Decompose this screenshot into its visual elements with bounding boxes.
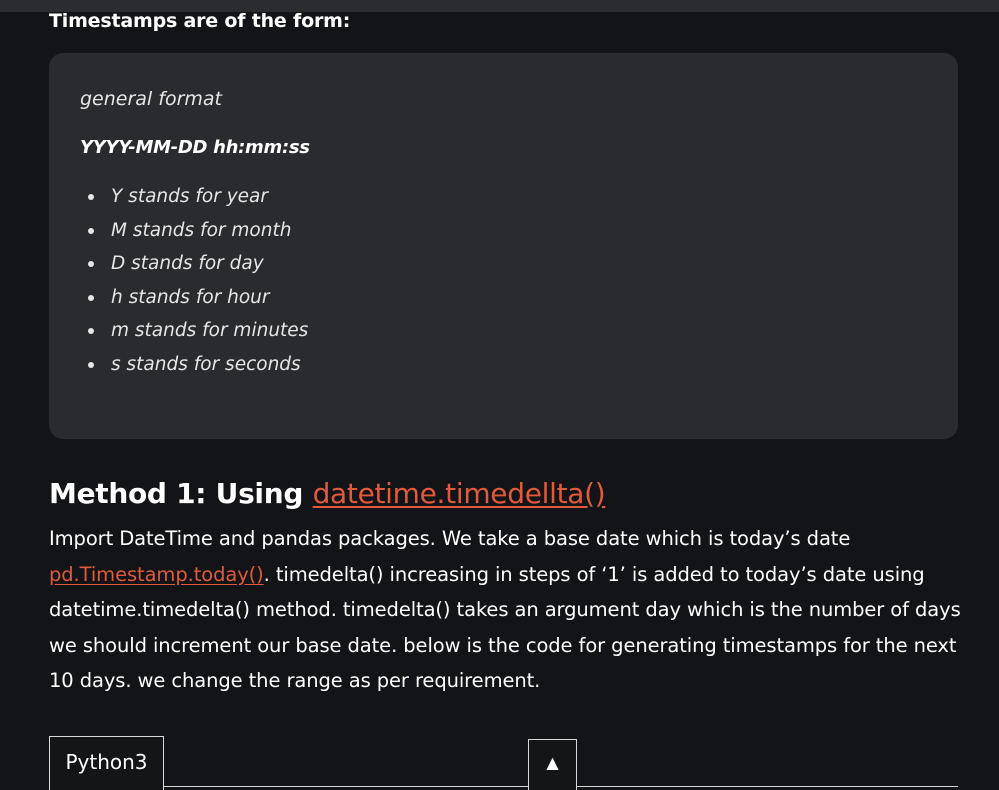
format-pattern: YYYY-MM-DD hh:mm:ss xyxy=(80,137,310,158)
paragraph-text: . timedelta() increasing in steps of ‘1’… xyxy=(263,562,925,586)
paragraph-line: datetime.timedelta() method. timedelta()… xyxy=(49,598,961,621)
method-description: Import DateTime and pandas packages. We … xyxy=(49,521,961,699)
triangle-up-icon: ▲ xyxy=(546,753,559,772)
list-item: D stands for day xyxy=(88,247,308,281)
method-heading-text: Method 1: Using xyxy=(49,477,313,510)
list-item: m stands for minutes xyxy=(88,314,308,348)
timedelta-doc-link[interactable]: datetime.timedellta() xyxy=(313,477,606,510)
format-label: general format xyxy=(80,88,222,110)
paragraph-line: Import DateTime and pandas packages. We … xyxy=(49,527,851,550)
timestamps-intro-heading: Timestamps are of the form: xyxy=(49,10,351,32)
collapse-button[interactable]: ▲ xyxy=(528,739,577,790)
list-item: M stands for month xyxy=(88,214,308,248)
article-page: Timestamps are of the form: general form… xyxy=(0,0,999,790)
method-heading: Method 1: Using datetime.timedellta() xyxy=(49,477,606,510)
paragraph-line: we should increment our base date. below… xyxy=(49,633,957,657)
paragraph-line: pd.Timestamp.today(). timedelta() increa… xyxy=(49,557,954,593)
paragraph-line: 10 days. we change the range as per requ… xyxy=(49,669,541,692)
list-item: Y stands for year xyxy=(88,180,308,214)
timestamp-today-link[interactable]: pd.Timestamp.today() xyxy=(49,563,264,586)
tab-python3[interactable]: Python3 xyxy=(49,736,164,790)
list-item: h stands for hour xyxy=(88,281,308,315)
list-item: s stands for seconds xyxy=(88,348,308,382)
format-list: Y stands for year M stands for month D s… xyxy=(88,180,308,382)
